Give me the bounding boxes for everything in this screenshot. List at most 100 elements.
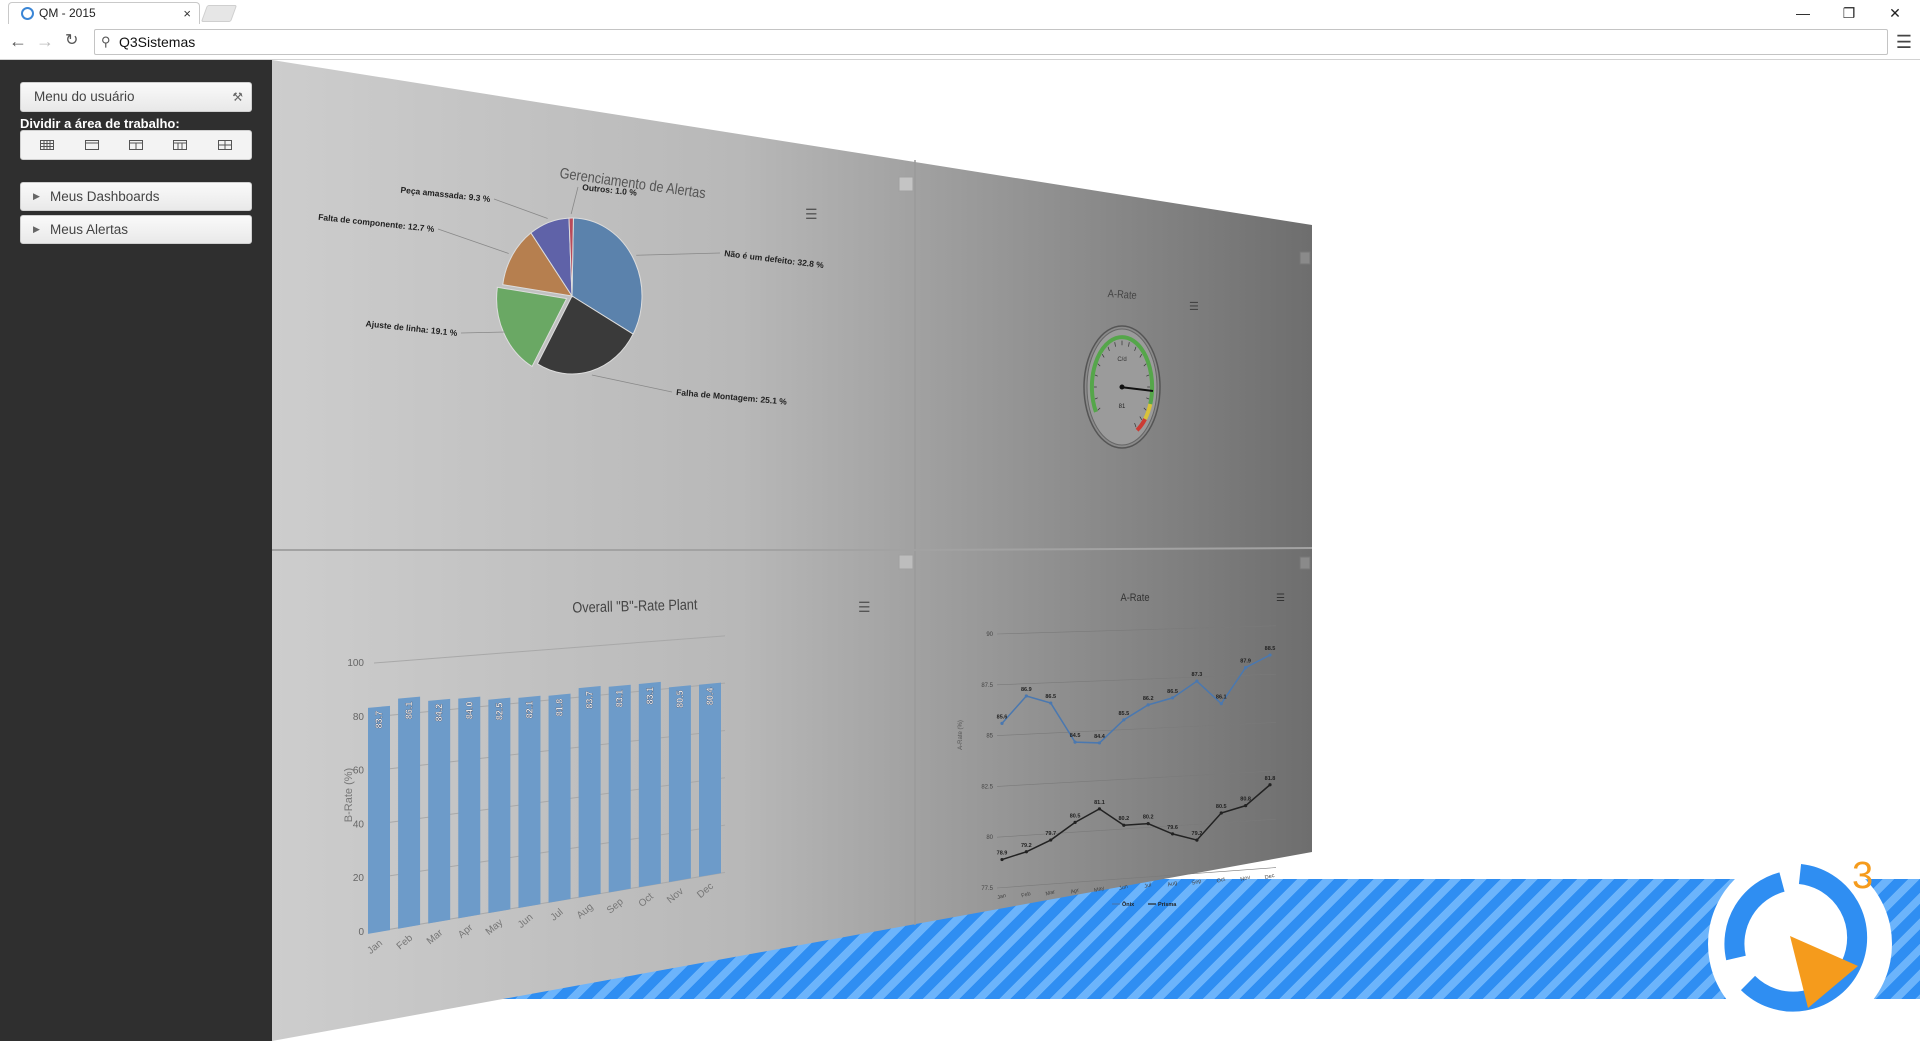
bar-value-label: 81.8: [555, 699, 565, 717]
browser-tab[interactable]: QM - 2015 ×: [8, 2, 200, 24]
panel-collapse-button[interactable]: [898, 554, 914, 570]
line-x-tick-label: Dec: [1264, 873, 1275, 881]
new-tab-button[interactable]: [200, 5, 238, 22]
line-point[interactable]: [1073, 820, 1077, 824]
line-point-label: 80.2: [1143, 815, 1154, 821]
bar-y-tick-label: 100: [347, 658, 364, 669]
line-point[interactable]: [1195, 838, 1199, 842]
two-columns-icon: [128, 140, 143, 150]
line-point[interactable]: [1049, 701, 1053, 705]
line-point[interactable]: [1097, 807, 1102, 811]
line-chart-menu-icon[interactable]: ☰: [1276, 593, 1285, 604]
line-x-tick-label: Nov: [1240, 875, 1251, 883]
bar-jan[interactable]: [368, 705, 390, 934]
line-y-tick-label: 85: [986, 734, 993, 740]
bar-jun[interactable]: [518, 695, 541, 908]
bar-oct[interactable]: [638, 681, 661, 888]
line-point-label: 88.5: [1265, 646, 1276, 652]
split-workspace-label: Dividir a área de trabalho:: [20, 116, 180, 131]
line-point[interactable]: [1146, 822, 1150, 826]
bar-y-tick-label: 80: [353, 712, 365, 723]
line-point[interactable]: [1244, 665, 1248, 670]
bar-apr[interactable]: [458, 696, 481, 919]
bar-value-label: 84.2: [434, 704, 444, 722]
line-point[interactable]: [1219, 811, 1223, 815]
minimize-icon[interactable]: —: [1780, 2, 1826, 24]
legend-item[interactable]: Ônix: [1122, 900, 1135, 908]
browser-toolbar: ← → ↻ ⚲ Q3Sistemas ☰: [0, 24, 1920, 60]
split-three-columns-button[interactable]: [161, 134, 199, 156]
split-single-button[interactable]: [73, 134, 111, 156]
tab-title: QM - 2015: [39, 6, 96, 20]
line-point-label: 80.8: [1240, 797, 1251, 803]
browser-tabstrip: QM - 2015 × — ❐ ✕: [0, 0, 1920, 24]
line-point-label: 85.5: [1118, 711, 1129, 717]
line-point[interactable]: [1146, 703, 1150, 707]
bar-chart-menu-icon[interactable]: ☰: [858, 599, 871, 615]
line-point[interactable]: [1268, 783, 1272, 787]
bar-feb[interactable]: [398, 696, 421, 929]
line-point[interactable]: [1244, 804, 1248, 808]
line-x-tick-label: Sep: [1191, 878, 1202, 886]
panel-collapse-button[interactable]: [1299, 251, 1311, 265]
line-point[interactable]: [1000, 721, 1004, 726]
line-point-label: 85.6: [997, 714, 1008, 720]
line-point-label: 80.5: [1216, 804, 1227, 810]
accordion-label: Meus Dashboards: [50, 189, 160, 204]
line-y-tick-label: 90: [986, 632, 993, 638]
line-point[interactable]: [1024, 850, 1028, 854]
line-point[interactable]: [1049, 838, 1053, 842]
split-two-columns-button[interactable]: [117, 134, 155, 156]
address-bar[interactable]: ⚲ Q3Sistemas: [94, 29, 1888, 55]
bar-aug[interactable]: [578, 686, 601, 898]
bar-value-label: 83.1: [615, 690, 625, 708]
browser-menu-icon[interactable]: ☰: [1896, 32, 1912, 53]
line-point[interactable]: [1268, 653, 1272, 657]
accordion-meus-dashboards[interactable]: ▶ Meus Dashboards: [20, 182, 252, 211]
line-point[interactable]: [1195, 679, 1199, 683]
three-columns-icon: [173, 140, 188, 150]
address-text: Q3Sistemas: [119, 34, 196, 50]
window-close-icon[interactable]: ✕: [1872, 2, 1918, 24]
line-point-label: 81.8: [1265, 776, 1276, 782]
bar-dec[interactable]: [699, 682, 721, 877]
pie-chart-menu-icon[interactable]: ☰: [805, 206, 818, 222]
forward-icon[interactable]: →: [36, 31, 54, 51]
caret-right-icon: ▶: [33, 224, 40, 234]
line-point[interactable]: [1122, 718, 1126, 722]
panel-collapse-button[interactable]: [1299, 556, 1311, 570]
line-point[interactable]: [1097, 741, 1102, 745]
single-panel-icon: [84, 140, 99, 150]
line-point[interactable]: [1000, 857, 1004, 862]
gauge-menu-icon[interactable]: ☰: [1189, 301, 1199, 313]
bar-jul[interactable]: [548, 693, 571, 903]
restore-icon[interactable]: ❐: [1826, 2, 1872, 24]
tab-close-icon[interactable]: ×: [183, 3, 191, 24]
legend-item[interactable]: Prisma: [1158, 902, 1177, 908]
line-point[interactable]: [1170, 832, 1175, 836]
line-point[interactable]: [1219, 702, 1223, 706]
panel-collapse-button[interactable]: [898, 176, 914, 192]
reload-icon[interactable]: ↻: [65, 31, 78, 51]
bar-mar[interactable]: [428, 698, 451, 924]
line-point[interactable]: [1170, 696, 1175, 700]
bar-value-label: 80.4: [705, 688, 715, 706]
accordion-meus-alertas[interactable]: ▶ Meus Alertas: [20, 215, 252, 244]
line-x-tick-label: Oct: [1216, 877, 1226, 885]
line-point[interactable]: [1122, 823, 1126, 827]
bar-nov[interactable]: [668, 685, 691, 883]
split-grid-2x2-button[interactable]: [206, 134, 244, 156]
bar-y-tick-label: 40: [353, 819, 365, 830]
bar-value-label: 82.5: [494, 703, 504, 721]
line-point-label: 84.4: [1094, 734, 1106, 740]
user-menu-button[interactable]: Menu do usuário ⚒: [20, 82, 252, 112]
line-point[interactable]: [1073, 740, 1077, 744]
line-point[interactable]: [1024, 694, 1028, 698]
split-grid-button[interactable]: [28, 134, 66, 156]
bar-may[interactable]: [488, 697, 511, 914]
user-menu-label: Menu do usuário: [34, 89, 135, 104]
bar-sep[interactable]: [608, 684, 631, 893]
back-icon[interactable]: ←: [9, 31, 27, 51]
grid-4x3-icon: [40, 140, 55, 150]
svg-text:3: 3: [1852, 855, 1873, 897]
